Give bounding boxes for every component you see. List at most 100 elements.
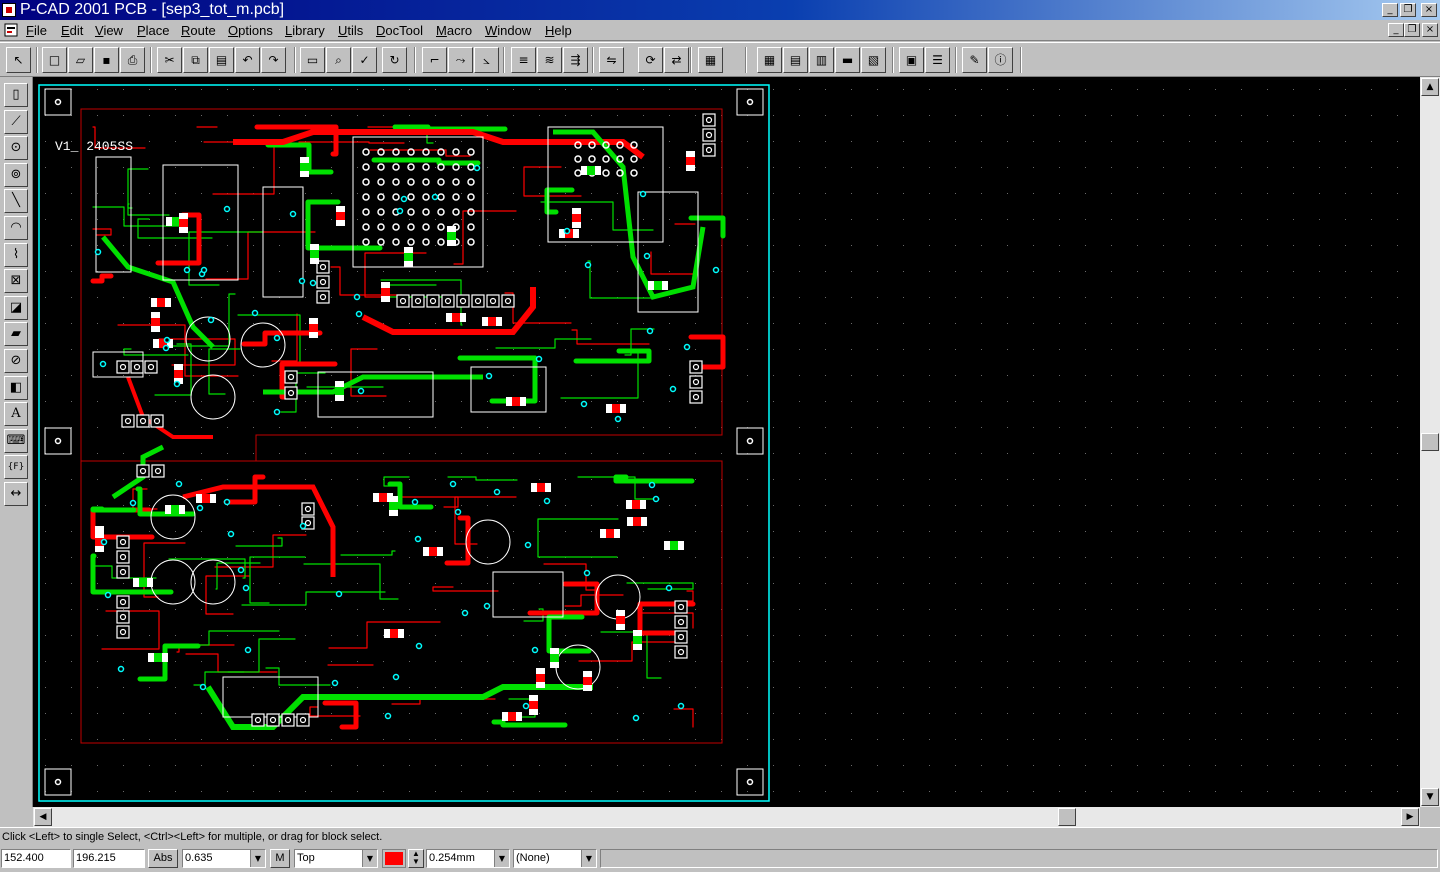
horizontal-scroll-thumb[interactable] (1058, 808, 1076, 826)
mirror-icon[interactable]: ⇄ (664, 47, 689, 73)
zoom-icon[interactable]: ⌕ (326, 47, 351, 73)
doc-restore-button[interactable]: ❐ (1404, 23, 1420, 37)
redo-icon[interactable]: ↷ (261, 47, 286, 73)
undo-icon[interactable]: ↶ (235, 47, 260, 73)
menu-file[interactable]: File (26, 23, 47, 38)
drc-icon[interactable]: ✓ (352, 47, 377, 73)
redraw-icon[interactable]: ↻ (382, 47, 407, 73)
place-copper-pour-icon[interactable]: ⊠ (4, 269, 28, 294)
print-icon[interactable]: ⎙ (120, 47, 145, 73)
report-icon[interactable]: ▧ (861, 47, 886, 73)
edit-icon[interactable]: ✎ (962, 47, 987, 73)
layer-icon[interactable]: ≋ (537, 47, 562, 73)
scroll-right-button[interactable]: ▶ (1401, 808, 1419, 826)
place-field-icon[interactable]: {F} (4, 455, 28, 480)
grid-select[interactable]: 0.635 ▼ (182, 849, 266, 868)
place-via-icon[interactable]: ⊚ (4, 162, 28, 187)
rotate-icon[interactable]: ⟳ (638, 47, 663, 73)
menu-window[interactable]: Window (485, 23, 531, 38)
component-icon[interactable]: ▥ (809, 47, 834, 73)
layer-select[interactable]: Top ▼ (294, 849, 378, 868)
via (483, 602, 491, 610)
pattern-icon[interactable]: ▤ (783, 47, 808, 73)
menu-view[interactable]: View (95, 23, 123, 38)
place-keepout-icon[interactable]: ⊘ (4, 349, 28, 373)
open-icon[interactable]: ▱ (68, 47, 93, 73)
flip-icon[interactable]: ⇋ (599, 47, 624, 73)
select-icon[interactable]: ↖ (6, 47, 31, 73)
miter-icon[interactable]: ⦣ (474, 47, 499, 73)
menu-options[interactable]: Options (228, 23, 273, 38)
place-pad-icon[interactable]: ⊙ (4, 136, 28, 161)
y-coordinate-field[interactable]: 196.215 (73, 849, 145, 868)
zoom-window-icon[interactable]: ▭ (300, 47, 325, 73)
place-room-icon[interactable]: ◧ (4, 375, 28, 400)
doc-close-button[interactable]: × (1422, 23, 1438, 37)
restore-button[interactable]: ❐ (1400, 3, 1416, 17)
menu-doctool[interactable]: DocTool (376, 23, 423, 38)
vertical-scroll-thumb[interactable] (1421, 433, 1439, 451)
route-icon[interactable]: ⌐ (422, 47, 447, 73)
menu-macro[interactable]: Macro (436, 23, 472, 38)
via-icon[interactable]: ▣ (899, 47, 924, 73)
horizontal-scrollbar[interactable]: ◀ ▶ (33, 807, 1420, 827)
place-plane-icon[interactable]: ▰ (4, 322, 28, 347)
place-cutout-icon[interactable]: ◪ (4, 295, 28, 320)
scroll-down-button[interactable]: ▼ (1421, 788, 1439, 806)
layers-list-icon[interactable]: ☰ (925, 47, 950, 73)
pcb-drawing[interactable]: V1_ 2405SS (33, 77, 1420, 807)
info-icon[interactable]: ⓘ (988, 47, 1013, 73)
copy-icon[interactable]: ⧉ (183, 47, 208, 73)
cut-icon[interactable]: ✂ (157, 47, 182, 73)
abs-button[interactable]: Abs (148, 849, 178, 868)
minimize-button[interactable]: _ (1382, 3, 1398, 17)
chevron-down-icon[interactable]: ▼ (494, 850, 509, 867)
menu-place[interactable]: Place (137, 23, 170, 38)
line-width-select[interactable]: 0.254mm ▼ (426, 849, 510, 868)
menu-edit[interactable]: Edit (61, 23, 83, 38)
bus-icon[interactable]: ≡ (511, 47, 536, 73)
via (183, 266, 191, 274)
paste-icon[interactable]: ▤ (209, 47, 234, 73)
via (652, 495, 660, 503)
via (580, 400, 588, 408)
chevron-down-icon[interactable]: ▼ (250, 850, 265, 867)
place-arc-icon[interactable]: ◠ (4, 216, 28, 240)
app-icon[interactable] (2, 3, 16, 17)
metric-toggle-button[interactable]: M (270, 849, 290, 868)
chevron-down-icon[interactable]: ▼ (362, 850, 377, 867)
close-button[interactable]: × (1421, 3, 1437, 17)
document-icon[interactable] (4, 23, 18, 37)
pcb-canvas[interactable]: V1_ 2405SS (33, 77, 1420, 807)
library-icon[interactable]: ▦ (698, 47, 723, 73)
table-icon[interactable]: ▦ (757, 47, 782, 73)
doc-minimize-button[interactable]: _ (1388, 23, 1404, 37)
menu-library[interactable]: Library (285, 23, 325, 38)
place-component-icon[interactable]: ▯ (4, 83, 28, 107)
place-text-icon[interactable]: A (4, 402, 28, 427)
layer-color-swatch[interactable] (382, 849, 406, 868)
x-coordinate-field[interactable]: 152.400 (1, 849, 71, 868)
place-polygon-icon[interactable]: ⌇ (4, 242, 28, 267)
menu-utils[interactable]: Utils (338, 23, 363, 38)
fanout-icon[interactable]: ⇶ (563, 47, 588, 73)
via (298, 277, 306, 285)
smd-pad (686, 157, 695, 165)
width-spinner-button[interactable]: ▲ ▼ (408, 849, 424, 868)
new-icon[interactable]: □ (42, 47, 67, 73)
vertical-scrollbar[interactable]: ▲ ▼ (1420, 77, 1440, 807)
netlist-icon[interactable]: ▬ (835, 47, 860, 73)
place-dimension-icon[interactable]: ↔ (4, 482, 28, 506)
manual-route-icon[interactable]: ⤳ (448, 47, 473, 73)
scroll-up-button[interactable]: ▲ (1421, 78, 1439, 96)
place-attribute-icon[interactable]: ⌨ (4, 428, 28, 453)
place-connection-icon[interactable]: ⟋ (4, 109, 28, 134)
smd-pad (404, 253, 413, 261)
chevron-down-icon[interactable]: ▼ (581, 850, 596, 867)
menu-route[interactable]: Route (181, 23, 216, 38)
save-icon[interactable]: ▪ (94, 47, 119, 73)
scroll-left-button[interactable]: ◀ (34, 808, 52, 826)
place-line-icon[interactable]: ╲ (4, 189, 28, 214)
net-select[interactable]: (None) ▼ (513, 849, 597, 868)
menu-help[interactable]: Help (545, 23, 572, 38)
